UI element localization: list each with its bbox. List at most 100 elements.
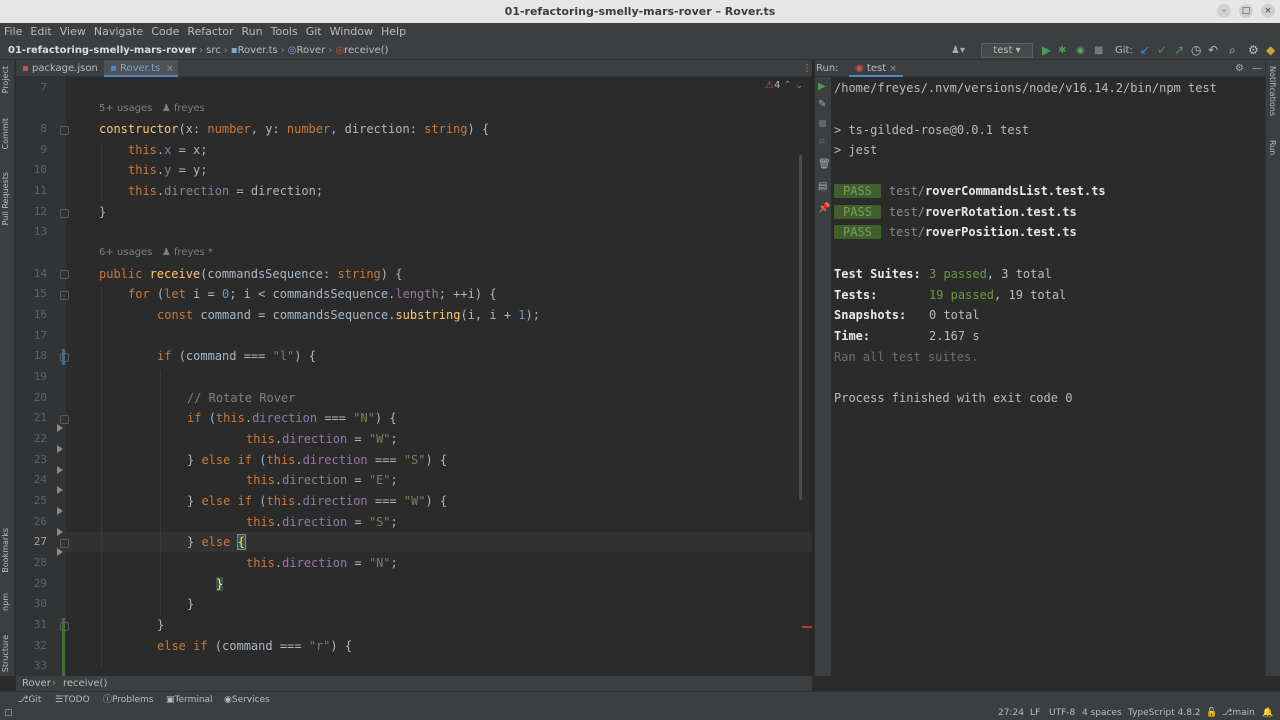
- run-gutter-icon[interactable]: [57, 486, 63, 494]
- stop-icon[interactable]: ■: [1094, 41, 1103, 60]
- tab-rover-ts[interactable]: ▪ Rover.ts ×: [104, 60, 178, 77]
- layout-icon[interactable]: ≡: [818, 137, 826, 147]
- run-console[interactable]: /home/freyes/.nvm/versions/node/v16.14.2…: [831, 77, 1265, 691]
- breadcrumb-folder[interactable]: src: [206, 45, 221, 56]
- menu-edit[interactable]: Edit: [26, 23, 55, 41]
- search-icon[interactable]: ⌕: [1229, 41, 1236, 60]
- breadcrumb-method[interactable]: receive(): [344, 45, 388, 56]
- ide-logo-icon[interactable]: ◆: [1266, 41, 1275, 60]
- breadcrumb-class[interactable]: Rover: [297, 45, 326, 56]
- code-line: } else {: [187, 534, 246, 550]
- git-push-icon[interactable]: ↗: [1174, 41, 1184, 60]
- run-gutter-icon[interactable]: [57, 507, 63, 515]
- fold-icon[interactable]: [60, 270, 69, 279]
- print-icon[interactable]: ▤: [818, 181, 827, 192]
- indent-setting[interactable]: 4 spaces: [1082, 707, 1122, 720]
- code-line: }: [187, 597, 195, 611]
- pin-icon[interactable]: 📌: [818, 203, 830, 214]
- line-number: 12: [33, 205, 47, 218]
- tool-problems[interactable]: ⓘ Problems: [103, 692, 154, 708]
- run-tab[interactable]: ◉ test ×: [849, 60, 903, 77]
- run-gutter-icon[interactable]: [57, 466, 63, 474]
- line-separator[interactable]: LF: [1030, 707, 1040, 720]
- git-update-icon[interactable]: ↙: [1140, 41, 1150, 60]
- line-number: 10: [33, 163, 47, 176]
- run-config-select[interactable]: test ▾: [981, 43, 1033, 58]
- tool-services[interactable]: ◉ Services: [224, 692, 270, 708]
- menu-tools[interactable]: Tools: [267, 23, 302, 41]
- usage-hint[interactable]: 5+ usages ♟ freyes: [99, 102, 205, 116]
- indent-guide: [160, 370, 161, 615]
- breadcrumb-file[interactable]: Rover.ts: [238, 45, 278, 56]
- fold-icon[interactable]: [60, 209, 69, 218]
- tool-run[interactable]: Run: [1268, 140, 1277, 155]
- pass-badge: PASS: [834, 184, 881, 198]
- breadcrumb-project[interactable]: 01-refactoring-smelly-mars-rover: [8, 45, 196, 56]
- menu-git[interactable]: Git: [302, 23, 326, 41]
- close-tab-icon[interactable]: ×: [889, 64, 897, 74]
- debug-icon[interactable]: ✱: [1058, 41, 1066, 60]
- tool-terminal[interactable]: ▣ Terminal: [166, 692, 213, 708]
- rollback-icon[interactable]: ↶: [1208, 41, 1218, 60]
- history-icon[interactable]: ◷: [1191, 41, 1201, 60]
- settings-icon[interactable]: ⚙: [1235, 60, 1244, 77]
- warnings-indicator[interactable]: ⚠4 ⌃ ⌄: [765, 80, 803, 91]
- git-branch[interactable]: ⎇ main: [1222, 707, 1255, 720]
- user-icon[interactable]: ♟▾: [951, 41, 965, 60]
- tool-commit[interactable]: Commit: [1, 118, 10, 149]
- stop-icon[interactable]: ■: [818, 119, 827, 129]
- menu-navigate[interactable]: Navigate: [90, 23, 147, 41]
- fold-icon[interactable]: [60, 126, 69, 135]
- tool-bookmarks[interactable]: Bookmarks: [1, 528, 10, 573]
- language-service[interactable]: TypeScript 4.8.2: [1128, 707, 1201, 720]
- menu-code[interactable]: Code: [147, 23, 183, 41]
- coverage-icon[interactable]: ◉: [1076, 41, 1085, 60]
- tab-menu-icon[interactable]: ⋮: [802, 60, 812, 77]
- code-line: for (let i = 0; i < commandsSequence.len…: [128, 287, 497, 301]
- minimize-icon[interactable]: –: [1217, 4, 1231, 18]
- test-icon: ◉: [855, 63, 864, 74]
- menu-file[interactable]: File: [0, 23, 26, 41]
- lock-icon[interactable]: 🔓: [1206, 707, 1217, 720]
- error-stripe: [802, 626, 812, 628]
- code-breadcrumb-class[interactable]: Rover: [22, 676, 51, 691]
- maximize-icon[interactable]: □: [1239, 4, 1253, 18]
- fold-icon[interactable]: [60, 539, 69, 548]
- code-breadcrumb-method[interactable]: receive(): [63, 676, 107, 691]
- wrench-icon[interactable]: ✎: [818, 99, 826, 110]
- git-commit-icon[interactable]: ✓: [1157, 41, 1167, 60]
- tool-notifications[interactable]: Notifications: [1268, 66, 1277, 116]
- run-icon[interactable]: ▶: [1042, 41, 1051, 60]
- fold-icon[interactable]: [60, 415, 69, 424]
- fold-icon[interactable]: [60, 291, 69, 300]
- code-line: this.x = x;: [128, 143, 208, 157]
- settings-icon[interactable]: ⚙: [1248, 41, 1259, 60]
- tool-npm[interactable]: npm: [1, 593, 10, 611]
- usage-hint[interactable]: 6+ usages ♟ freyes *: [99, 246, 213, 260]
- menu-view[interactable]: View: [56, 23, 90, 41]
- close-tab-icon[interactable]: ×: [166, 64, 174, 74]
- tab-package-json[interactable]: ▪ package.json×: [16, 60, 115, 77]
- run-gutter-icon[interactable]: [57, 445, 63, 453]
- layout-icon[interactable]: ▢: [4, 707, 13, 720]
- tool-project[interactable]: Project: [1, 66, 10, 93]
- tool-pull-requests[interactable]: Pull Requests: [1, 172, 10, 225]
- tool-todo[interactable]: ☰ TODO: [55, 692, 90, 708]
- cursor-position[interactable]: 27:24: [998, 707, 1024, 720]
- menu-run[interactable]: Run: [238, 23, 267, 41]
- tool-structure[interactable]: Structure: [1, 635, 10, 672]
- rerun-icon[interactable]: ▶: [818, 81, 826, 92]
- run-gutter-icon[interactable]: [57, 548, 63, 556]
- trash-icon[interactable]: 🗑: [818, 159, 831, 170]
- run-gutter-icon[interactable]: [57, 424, 63, 432]
- run-gutter-icon[interactable]: [57, 528, 63, 536]
- file-encoding[interactable]: UTF-8: [1049, 707, 1075, 720]
- editor-scrollbar[interactable]: [799, 155, 802, 500]
- notifications-icon[interactable]: 🔔: [1262, 707, 1273, 720]
- menu-help[interactable]: Help: [377, 23, 410, 41]
- menu-window[interactable]: Window: [326, 23, 377, 41]
- hide-icon[interactable]: —: [1252, 60, 1262, 77]
- menu-refactor[interactable]: Refactor: [183, 23, 237, 41]
- close-icon[interactable]: ×: [1261, 4, 1275, 18]
- tool-git[interactable]: ⎇ Git: [18, 692, 41, 708]
